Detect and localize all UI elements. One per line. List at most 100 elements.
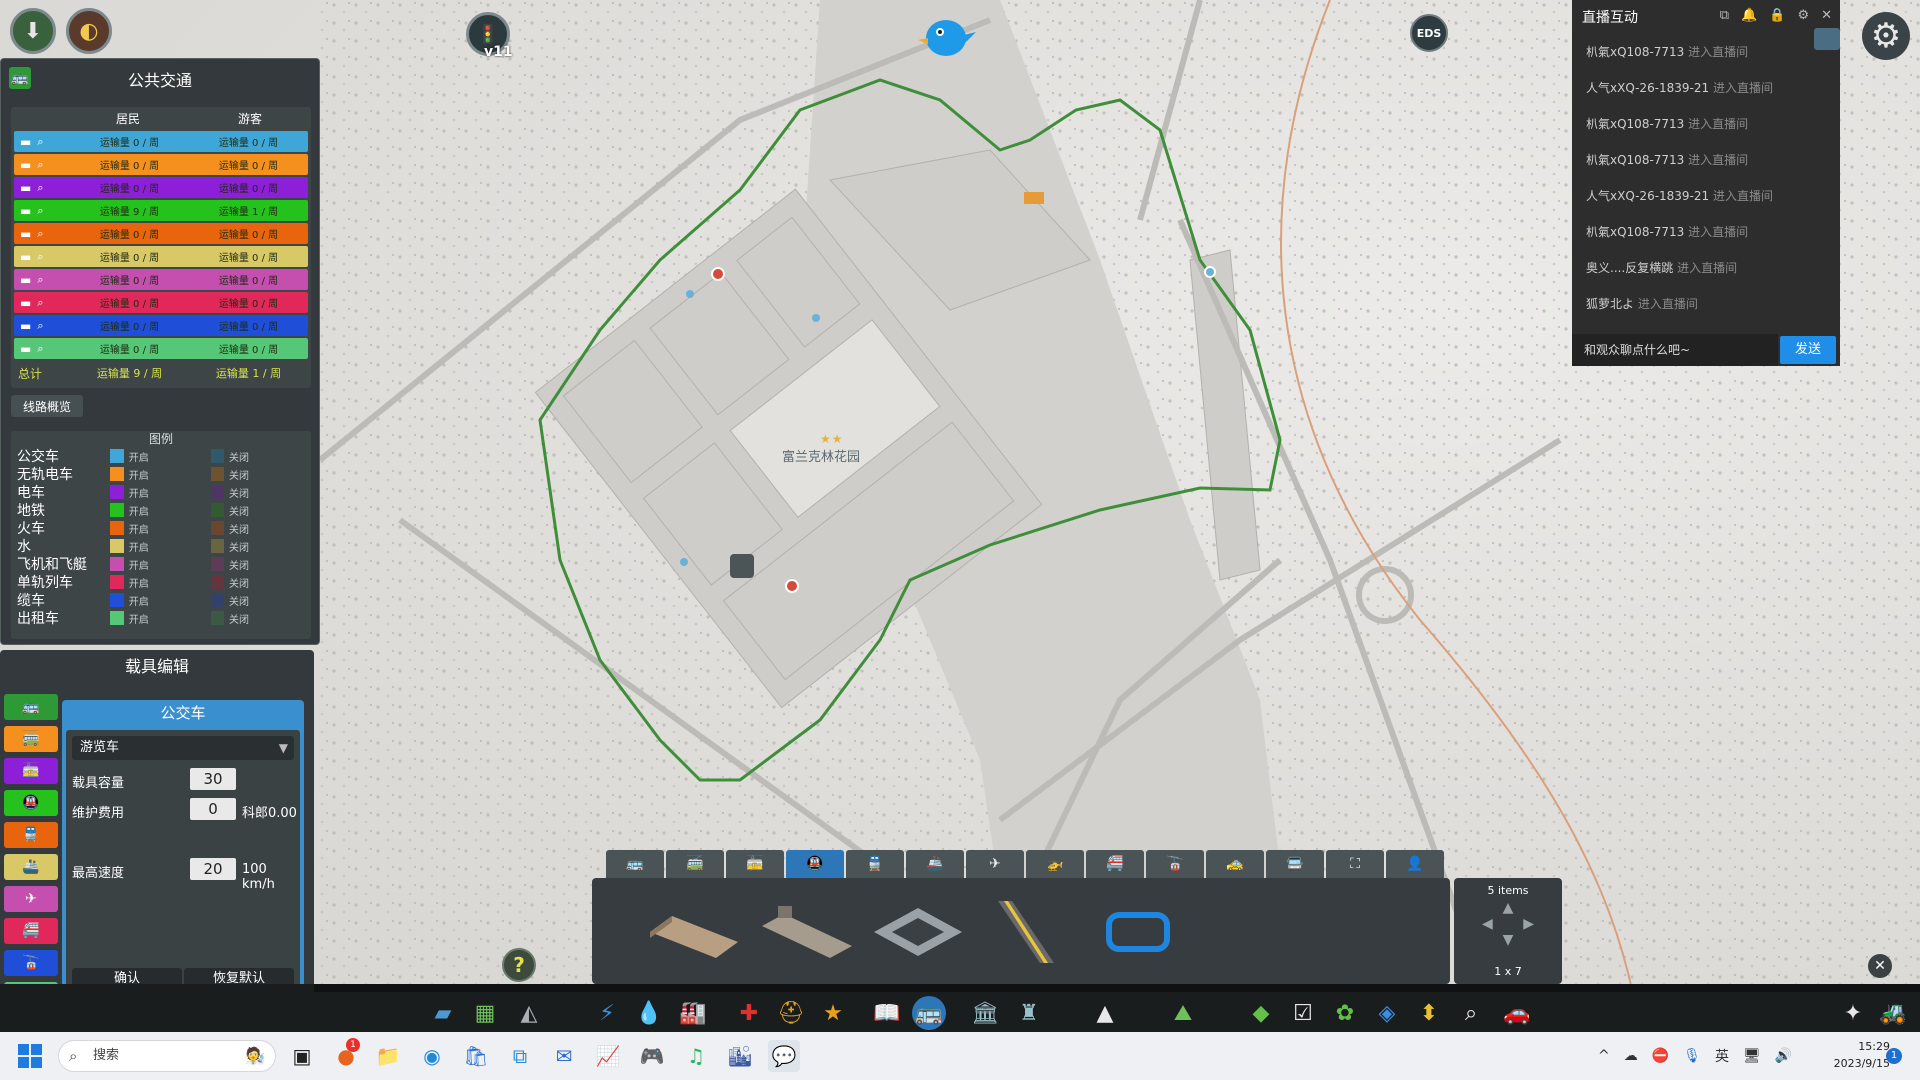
metro-entrance-item[interactable] [868, 890, 968, 974]
task-view-icon[interactable]: ▣ [286, 1040, 318, 1072]
arrow-left-icon[interactable]: ◀ [1482, 916, 1493, 932]
search-icon[interactable]: ⌕ [37, 181, 43, 195]
metro-track-item[interactable] [976, 890, 1076, 974]
vehicle-type-tab[interactable]: 🚡 [4, 950, 58, 976]
tab-trolleybus[interactable]: 🚎 [666, 850, 724, 878]
file-explorer-icon[interactable]: 📁 [372, 1040, 404, 1072]
garbage-icon[interactable]: 🏭 [676, 996, 710, 1030]
tab-helicopter[interactable]: 🚁 [1026, 850, 1084, 878]
transport-stats-row[interactable]: ▬ ⌕ 运输量 0 / 周 运输量 0 / 周 [14, 315, 308, 336]
taskbar-clock[interactable]: 15:29 2023/9/15 [1810, 1038, 1890, 1072]
transport-stats-row[interactable]: ▬ ⌕ 运输量 0 / 周 运输量 0 / 周 [14, 269, 308, 290]
vehicle-type-tab[interactable]: 🚎 [4, 726, 58, 752]
mod-tool-button[interactable]: ◐ [66, 8, 112, 54]
transport-stats-row[interactable]: ▬ ⌕ 运输量 0 / 周 运输量 0 / 周 [14, 177, 308, 198]
vehicle-type-tab[interactable]: ✈ [4, 886, 58, 912]
electricity-icon[interactable]: ⚡ [590, 996, 624, 1030]
search-icon[interactable]: ⌕ [37, 342, 43, 356]
edge-browser-icon[interactable]: ◉ [416, 1040, 448, 1072]
unique-buildings-icon[interactable]: ♜ [1012, 996, 1046, 1030]
capacity-input[interactable]: 30 [190, 768, 236, 790]
transport-stats-row[interactable]: ▬ ⌕ 运输量 0 / 周 运输量 0 / 周 [14, 292, 308, 313]
checklist-icon[interactable]: ☑ [1286, 996, 1320, 1030]
mail-icon[interactable]: ✉ [548, 1040, 580, 1072]
policies-icon[interactable]: ◆ [1244, 996, 1278, 1030]
districts-icon[interactable]: ◭ [512, 996, 546, 1030]
network-icon[interactable]: 🖥 [1743, 1048, 1761, 1064]
gear-icon[interactable]: ⚙ [1797, 8, 1809, 23]
arrow-up-icon[interactable]: ▲ [1482, 900, 1534, 916]
transport-stats-row[interactable]: ▬ ⌕ 运输量 0 / 周 运输量 0 / 周 [14, 246, 308, 267]
search-icon[interactable]: ⌕ [37, 227, 43, 241]
grid-direction-pad[interactable]: ▲ ◀ ▶ ▼ [1482, 900, 1534, 962]
chirper-bird-icon[interactable] [918, 10, 976, 62]
close-icon[interactable]: ✕ [1821, 8, 1832, 23]
search-icon[interactable]: ⌕ [1454, 996, 1488, 1030]
radial-menu-icon[interactable]: ✦ [1836, 996, 1870, 1030]
tab-tour-bus[interactable]: 🚍 [1266, 850, 1324, 878]
transport-stats-row[interactable]: ▬ ⌕ 运输量 9 / 周 运输量 1 / 周 [14, 200, 308, 221]
help-button[interactable]: ? [502, 948, 536, 982]
tab-metro[interactable]: 🚇 [786, 850, 844, 878]
eds-mod-button[interactable]: EDS [1410, 14, 1448, 52]
notification-badge[interactable]: 1 [1886, 1048, 1902, 1064]
cloud-icon[interactable]: ☁ [1624, 1048, 1638, 1064]
tab-hub[interactable]: ⛶ [1326, 850, 1384, 878]
microsoft-store-icon[interactable]: 🛍 [460, 1040, 492, 1072]
line-overview-button[interactable]: 线路概览 [11, 395, 83, 417]
transport-stats-row[interactable]: ▬ ⌕ 运输量 0 / 周 运输量 0 / 周 [14, 154, 308, 175]
windows-start-icon[interactable] [18, 1044, 42, 1068]
bell-icon[interactable]: 🔔 [1741, 8, 1757, 23]
public-transport-icon[interactable]: 🚌 [912, 996, 946, 1030]
vehicle-type-tab[interactable]: 🚆 [4, 822, 58, 848]
music-app-icon[interactable]: ♫ [680, 1040, 712, 1072]
tab-cable-car[interactable]: 🚡 [1146, 850, 1204, 878]
fire-department-icon[interactable]: ⛑ [774, 996, 808, 1030]
tab-airplane[interactable]: ✈ [966, 850, 1024, 878]
education-icon[interactable]: 📖 [870, 996, 904, 1030]
police-icon[interactable]: ★ [816, 996, 850, 1030]
transport-stats-row[interactable]: ▬ ⌕ 运输量 0 / 周 运输量 0 / 周 [14, 338, 308, 359]
search-icon[interactable]: ⌕ [37, 250, 43, 264]
chevron-up-icon[interactable]: ^ [1598, 1048, 1610, 1064]
vehicle-type-tab[interactable]: 🚝 [4, 918, 58, 944]
district-label[interactable]: 富兰克林花园 [782, 446, 860, 465]
search-icon[interactable]: ⌕ [37, 204, 43, 218]
search-icon[interactable]: ⌕ [37, 296, 43, 310]
close-icon[interactable]: ✕ [1868, 954, 1892, 978]
vehicle-type-tab[interactable]: 🚢 [4, 854, 58, 880]
tab-train[interactable]: 🚆 [846, 850, 904, 878]
taskbar-search-box[interactable]: ⌕ 搜索 🧑‍🔬 [58, 1040, 276, 1072]
vehicle-type-tab[interactable]: 🚋 [4, 758, 58, 784]
lock-icon[interactable]: 🔒 [1769, 8, 1785, 23]
search-icon[interactable]: ⌕ [37, 273, 43, 287]
vehicle-selector-icon[interactable]: 🚗 [1500, 996, 1534, 1030]
move-it-icon[interactable]: ⬍ [1412, 996, 1446, 1030]
metro-depot-item[interactable] [756, 890, 856, 974]
cities-skylines-icon[interactable]: 🏙 [724, 1040, 756, 1072]
new-line-item[interactable] [1090, 890, 1186, 974]
landscaping-icon[interactable]: ⛰ [1166, 996, 1200, 1030]
maintenance-input[interactable]: 0 [190, 798, 236, 820]
search-icon[interactable]: ⌕ [37, 158, 43, 172]
zoning-icon[interactable]: ▦ [468, 996, 502, 1030]
bulldozer-icon[interactable]: 🚜 [1876, 996, 1910, 1030]
arrow-down-icon[interactable]: ▼ [1482, 932, 1534, 948]
monuments-icon[interactable]: ▲ [1088, 996, 1122, 1030]
game-launcher-icon[interactable]: 🎮 [636, 1040, 668, 1072]
tree-brush-icon[interactable]: ✿ [1328, 996, 1362, 1030]
metro-station-item[interactable] [644, 890, 744, 974]
healthcare-icon[interactable]: ✚ [732, 996, 766, 1030]
water-icon[interactable]: 💧 [632, 996, 666, 1030]
tab-tram[interactable]: 🚋 [726, 850, 784, 878]
max-speed-input[interactable]: 20 [190, 858, 236, 880]
chat-message-list[interactable]: 朳氣xQ108-7713 进入直播间 人气xXQ-26-1839-21 进入直播间… [1572, 34, 1840, 322]
transport-stats-row[interactable]: ▬ ⌕ 运输量 0 / 周 运输量 0 / 周 [14, 223, 308, 244]
search-icon[interactable]: ⌕ [37, 319, 43, 333]
microphone-icon[interactable]: 🎙 [1683, 1048, 1701, 1064]
transport-stats-row[interactable]: ▬ ⌕ 运输量 0 / 周 运输量 0 / 周 [14, 131, 308, 152]
public-transport-header[interactable]: 🚌 公共交通 [1, 59, 319, 99]
external-link-icon[interactable]: ⧉ [1720, 8, 1729, 23]
arrow-right-icon[interactable]: ▶ [1523, 916, 1534, 932]
volume-icon[interactable]: 🔊 [1775, 1048, 1792, 1064]
